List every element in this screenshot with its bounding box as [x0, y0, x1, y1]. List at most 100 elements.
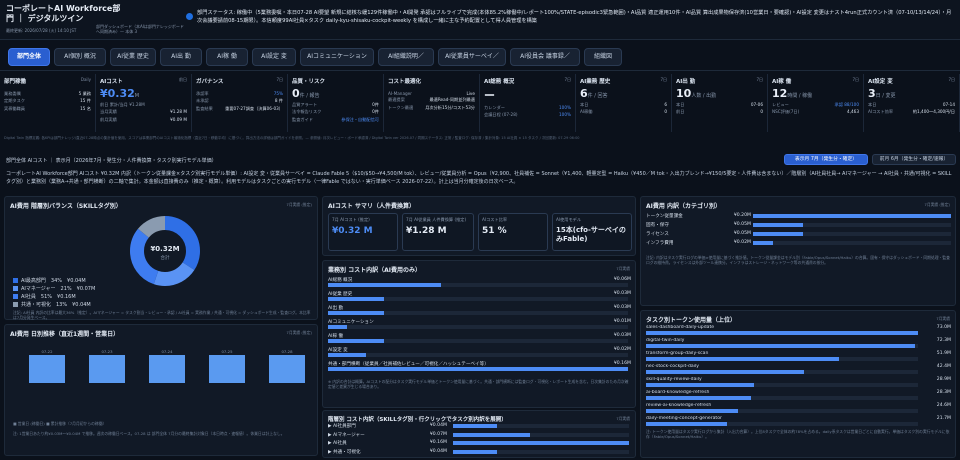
kpi-period-tag: 7日	[660, 77, 667, 82]
category-track	[753, 241, 951, 245]
tab-org-chart[interactable]: 組織図	[584, 48, 622, 66]
business-track	[328, 353, 628, 357]
summary-card-model: AI使用モデル 15本(cfo-サーベイのみFable)	[552, 213, 632, 251]
business-bar	[328, 311, 384, 315]
kpi-period-tag: 7日	[756, 77, 763, 82]
kpi-card[interactable]: AI業務 歴史 7日 6件 / 回答 本日 6 AI稼働 0	[576, 74, 672, 132]
category-title: AI費用 内訳（カテゴリ別）	[646, 203, 721, 210]
token-value: 73.0M	[936, 325, 951, 330]
kpi-row: 定期タスク 15 件	[4, 98, 91, 103]
kpi-row: NSC評価(7日) 4,463	[772, 109, 859, 114]
previous-month-button[interactable]: 前月 6月（発生分・確定/速報）	[872, 154, 956, 165]
kpi-value: 3日 / 変更	[868, 87, 896, 100]
kpi-card[interactable]: AI設定 変 7日 3日 / 変更 本日 07-14 AIコスト効率 約1,400～4,30…	[864, 74, 960, 132]
kpi-title: 品質・リスク	[292, 79, 326, 85]
business-bar	[328, 339, 384, 343]
tab-ai-overview[interactable]: AI個別 概況	[54, 48, 106, 66]
kpi-value: 6件 / 回答	[580, 87, 608, 100]
category-value: ¥0.20M	[733, 213, 751, 218]
token-bar	[646, 383, 754, 387]
token-bar	[646, 344, 915, 348]
skill-value: ¥0.07M	[429, 431, 447, 437]
token-value: 21.7M	[936, 416, 951, 421]
kpi-title: AI出 勤	[676, 79, 696, 85]
kpi-row: 本日 6	[580, 101, 667, 107]
balance-title: AI費用 階層別バランス（SKILLタグ別）	[10, 203, 122, 210]
kpi-title: コスト最適化	[388, 79, 422, 85]
tab-ai-board-minutes[interactable]: AI役員会 議事録／	[510, 48, 580, 66]
kpi-card[interactable]: AI稼 働 7日 12時間 / 稼働 レビュー 承認 88/100 NSC評価(7日) 4,…	[768, 74, 864, 132]
kpi-row: 本日 07-14	[868, 101, 955, 107]
current-month-button[interactable]: 表示月 7月（発生分・確定）	[784, 154, 868, 165]
summary-title: AIコスト サマリ（人件費換算）	[328, 203, 415, 210]
token-bar	[646, 396, 751, 400]
top-header: コーポレートAI Workforce部門 ｜ デジタルツイン 最終更新: 202…	[0, 0, 960, 40]
kpi-row: 当月実績 ¥1.28 M	[100, 109, 187, 114]
kpi-footnote: Digital Twin 指標定義: 各KPIは部門ナレッジ/直近07-28時点…	[4, 136, 580, 140]
skill-note: 7月実績	[616, 416, 630, 421]
kpi-value: 10人数 / 出勤	[676, 87, 717, 100]
daily-trend-legend: ■ 営業日 (稼働日) ■ 累計推移（7月月初からの稼働）	[13, 421, 107, 426]
summary-card-ratio: AIコスト比率 51 %	[478, 213, 548, 251]
kpi-row: カレンダー 100%	[484, 104, 571, 110]
skill-label: ▶ AI社員	[328, 441, 347, 446]
kpi-card[interactable]: AIコスト 前日 ¥0.32M 前日 累計/当月 ¥1.28M 当月実績 ¥1.28 M 前…	[96, 74, 192, 132]
tab-ai-survey[interactable]: AI従業員サーベイ／	[438, 48, 506, 66]
kpi-row: 品質アラート 0件	[292, 101, 379, 107]
tab-ai-operation[interactable]: AI稼 働	[206, 48, 248, 66]
kpi-row: 前日 0	[676, 109, 763, 114]
business-value: ¥0.03M	[613, 305, 631, 310]
category-bar	[753, 214, 951, 218]
business-bar	[328, 367, 628, 371]
business-bar	[328, 353, 366, 357]
kpi-card[interactable]: AI総務 概況 7日ーカレンダー 100% 会議日程 (07-28) 100%	[480, 74, 576, 132]
kpi-row: AI稼働 0	[580, 109, 667, 114]
skill-label: ▶ AI社員部門	[328, 424, 356, 429]
kpi-title: AI設定 変	[868, 79, 893, 85]
daily-trend-footnote: 注: 1営業日あたり約¥0.03M～¥0.04M で推移。週次の稼働日ベース。0…	[13, 431, 285, 436]
category-value: ¥0.02M	[733, 240, 751, 245]
business-breakdown-panel: 業務別 コスト内訳（AI費用のみ） 7月実績 AI総務 概況 ¥0.06M AI従業…	[322, 260, 636, 408]
tab-ai-settings[interactable]: AI設定 変	[252, 48, 296, 66]
business-value: ¥0.16M	[613, 361, 631, 366]
token-value: 72.3M	[936, 338, 951, 343]
tab-department[interactable]: 部門全体	[8, 48, 50, 66]
kpi-title: AIコスト	[100, 79, 123, 85]
token-label: nec-stock-cockpit-daily	[646, 364, 699, 369]
tab-ai-communication[interactable]: AIコミュニケーション	[300, 48, 374, 66]
donut-center-label: 合計	[161, 254, 170, 261]
daily-trend-panel: AI費用 日別推移（直近1週間・営業日） 7月実績 (推定) 07-22 07-2…	[4, 324, 318, 456]
status-banner: 部門ステータス: 稼働中（5業務委嘱・本日07-28 AI要望 新規に結核な緩1…	[197, 10, 952, 24]
kpi-row: 監査ガイド 参保注・自動配信可	[292, 116, 379, 122]
daily-bar-label: 07-28	[281, 349, 293, 354]
token-label: skill-quality-review-daily	[646, 377, 702, 382]
kpi-card[interactable]: コスト最適化 AI-Manager Live 最適提案 最適Read-同期並列最適 トーク…	[384, 74, 480, 132]
business-bar	[328, 283, 441, 287]
legend-manager: AIマネージャー 21% ¥0.07M	[13, 285, 95, 292]
skill-value: ¥0.04M	[429, 448, 447, 454]
token-bar	[646, 370, 804, 374]
business-bar	[328, 325, 347, 329]
kpi-card[interactable]: AI出 勤 7日 10人数 / 出勤 本日 07-06 前日 0	[672, 74, 768, 132]
skill-bar	[453, 441, 629, 445]
kpi-card[interactable]: 部門稼働 Daily 業務委嘱 5 業務 定期タスク 15 件実稼働職員 15 名	[0, 74, 96, 132]
kpi-row: 未承認 8 件	[196, 98, 283, 103]
kpi-row: AI-Manager Live	[388, 90, 475, 96]
kpi-card[interactable]: ガバナンス 7日 承認率 75% 未承認 8 件監査結果 重要07-27調査（決算06-03…	[192, 74, 288, 132]
daily-trend-title: AI費用 日別推移（直近1週間・営業日）	[10, 331, 120, 338]
kpi-card[interactable]: 品質・リスク 0件 / 報告 品質アラート 0件 法令報告リスク 0件 監査ガイド 参保注・自…	[288, 74, 384, 132]
category-note: 7月実績 (推定)	[924, 202, 950, 207]
business-value: ¥0.06M	[613, 277, 631, 282]
skill-label: ▶ 共通・可視化	[328, 449, 361, 455]
tab-ai-attendance[interactable]: AI出 勤	[160, 48, 202, 66]
token-label: ai-board-knowledge-refresh	[646, 390, 710, 395]
kpi-row: AIコスト効率 約1,400～4,300円/日	[868, 109, 955, 114]
tab-ai-org-explanation[interactable]: AI組織説明／	[378, 48, 434, 66]
kpi-row: 業務委嘱 5 業務	[4, 90, 91, 96]
skill-value: ¥0.04M	[429, 423, 447, 428]
legend-staff: AI社員 51% ¥0.16M	[13, 293, 76, 300]
tab-ai-history[interactable]: AI従業 歴史	[110, 48, 156, 66]
token-usage-panel: タスク別トークン使用量（上位） 7月実績 sales-dashboard-dai…	[640, 310, 956, 458]
page-title: コーポレートAI Workforce部門 ｜ デジタルツイン	[6, 4, 121, 23]
cost-description: コーポレートAI Workforce部門 AIコスト ¥0.32M 内訳（トーク…	[6, 171, 952, 185]
